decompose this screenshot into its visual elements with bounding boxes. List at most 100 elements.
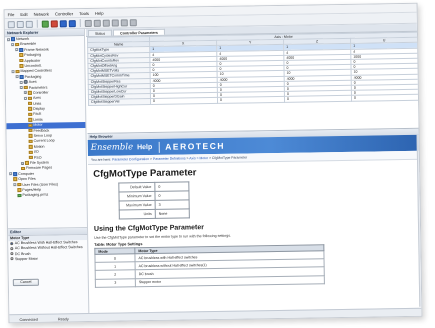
breadcrumb-link[interactable]: Parameter Configuration — [112, 157, 149, 162]
scrollbar-thumb[interactable] — [418, 144, 422, 173]
tree-item-label: Open Files — [18, 176, 36, 182]
folder-icon — [28, 101, 32, 106]
tab-controller-parameters[interactable]: Controller Parameters — [113, 28, 165, 36]
menu-network[interactable]: Network — [34, 11, 49, 16]
tree-item-label: PSO — [33, 155, 42, 160]
folder-icon — [27, 96, 32, 100]
folder-icon — [17, 182, 21, 187]
radio-icon[interactable] — [10, 257, 14, 261]
option-label: Stepper Motor — [14, 256, 38, 261]
folder-icon — [28, 128, 32, 133]
parameter-value-cell[interactable]: 0 — [150, 97, 218, 105]
toolbar-separator — [36, 19, 38, 28]
collapse-icon[interactable]: - — [19, 80, 23, 85]
tree-item-label: Feedback — [33, 128, 50, 133]
tree-item-label: Units — [33, 101, 42, 106]
upload-icon[interactable] — [68, 19, 76, 27]
download-icon[interactable] — [59, 19, 67, 27]
menu-controller[interactable]: Controller — [55, 11, 73, 16]
motor-type-options: AC Brushless With Hall-Effect Switches AC… — [8, 240, 87, 262]
breadcrumb-link[interactable]: Axis > Motor — [189, 156, 208, 160]
option-label: AC Brushless Without Hall-Effect Switche… — [14, 245, 83, 251]
option-label: DC Brush — [14, 251, 31, 256]
status-connection: Connected — [19, 317, 38, 322]
tree-item-label: Computer — [18, 171, 34, 176]
radio-icon[interactable] — [10, 241, 14, 245]
menu-tools[interactable]: Tools — [79, 10, 89, 15]
parameter-table: Axis : Motor Name X Y Z U CfgMotType 1 1 1 1… — [87, 32, 419, 106]
tree-item-label: Motor — [33, 122, 43, 128]
tree-item-label: Fault — [33, 112, 42, 117]
option-label: AC Brushless With Hall-Effect Switches — [14, 240, 78, 246]
tree-item[interactable]: Packaging.prmz — [7, 192, 86, 199]
tree-item-label: Frame Network — [24, 47, 49, 52]
cancel-button[interactable]: Cancel — [12, 278, 39, 287]
radio-icon[interactable] — [10, 252, 14, 256]
motor-type-rows: 0 AC brushless with Hall effect switches 1… — [94, 250, 325, 288]
menu-edit[interactable]: Edit — [20, 11, 27, 16]
collapse-icon[interactable]: - — [23, 96, 27, 101]
tab-status[interactable]: Status — [87, 29, 113, 36]
tree-item-label: Ensemble — [20, 42, 37, 47]
folder-icon — [28, 112, 32, 117]
mode-cell: 3 — [95, 278, 136, 288]
folder-icon — [21, 166, 25, 171]
folder-icon — [13, 177, 17, 182]
tree-item-label: Applicator — [24, 58, 41, 63]
collapse-icon[interactable]: - — [9, 172, 13, 176]
collapse-icon[interactable]: - — [13, 183, 17, 187]
reset-icon[interactable] — [84, 19, 92, 27]
breadcrumb-prefix: You are here: — [90, 157, 112, 162]
parameter-value-cell[interactable]: 0 — [217, 96, 285, 104]
collapse-icon[interactable]: - — [11, 69, 15, 74]
parameter-rows: CfgMotType 1 1 1 1 CfgMotCyclesRev 4 4 4 4 CfgMotC… — [87, 42, 419, 106]
menu-file[interactable]: File — [8, 12, 15, 17]
tree-item-label: Parameters — [28, 85, 48, 90]
disconnect-icon[interactable] — [50, 19, 58, 28]
parameter-value-cell[interactable]: 0 — [351, 94, 419, 101]
toolbar-separator — [79, 19, 81, 28]
network-icon — [11, 37, 15, 41]
property-label: Units — [119, 209, 156, 219]
help-scrollbar[interactable] — [416, 134, 423, 307]
folder-icon — [28, 144, 33, 149]
status-state: Ready — [57, 316, 69, 321]
folder-icon — [28, 139, 33, 144]
controller-icon — [19, 48, 23, 52]
expand-icon[interactable]: + — [20, 161, 25, 166]
file-icon — [17, 193, 22, 198]
collapse-icon[interactable]: - — [15, 48, 19, 52]
tuning-icon[interactable] — [102, 19, 110, 27]
connect-icon[interactable] — [41, 20, 49, 28]
tree-item-label: Network — [15, 36, 30, 42]
radio-icon[interactable] — [10, 247, 14, 251]
folder-icon — [15, 69, 20, 74]
expand-icon[interactable]: + — [23, 91, 27, 95]
collapse-icon[interactable]: - — [7, 37, 11, 42]
parameter-grid-pane: Status Controller Parameters Axis : Moto… — [85, 23, 421, 133]
motor-type-table: Mode Motor Type 0 AC brushless with Hall … — [94, 244, 325, 288]
status-icon[interactable] — [120, 18, 128, 26]
save-icon[interactable] — [25, 20, 33, 28]
help-brand-product: Ensemble — [90, 142, 134, 153]
collapse-icon[interactable]: - — [11, 43, 15, 47]
tree-item-label: Motion — [33, 144, 45, 149]
tree-item-label: File System — [29, 160, 49, 165]
open-icon[interactable] — [16, 20, 24, 28]
collapse-icon[interactable]: - — [19, 86, 23, 90]
new-icon[interactable] — [7, 20, 15, 28]
breadcrumb-link[interactable]: Parameter Definitions — [153, 156, 186, 161]
property-value: None — [155, 208, 190, 219]
folder-icon — [19, 53, 23, 57]
menu-help[interactable]: Help — [95, 10, 104, 15]
collapse-icon[interactable]: - — [15, 75, 19, 79]
aerotech-logo: AEROTECH — [165, 140, 226, 152]
parameter-value-cell[interactable]: 0 — [284, 95, 352, 103]
tree-item-label: I/O — [33, 149, 39, 155]
help-icon[interactable] — [129, 18, 137, 26]
commission-icon[interactable] — [93, 19, 101, 27]
motor-type-option[interactable]: Stepper Motor — [8, 256, 87, 262]
help-brand-help: Help — [137, 143, 153, 151]
scope-icon[interactable] — [111, 18, 119, 27]
parameter-name: CfgMotStepperVel — [88, 98, 151, 106]
